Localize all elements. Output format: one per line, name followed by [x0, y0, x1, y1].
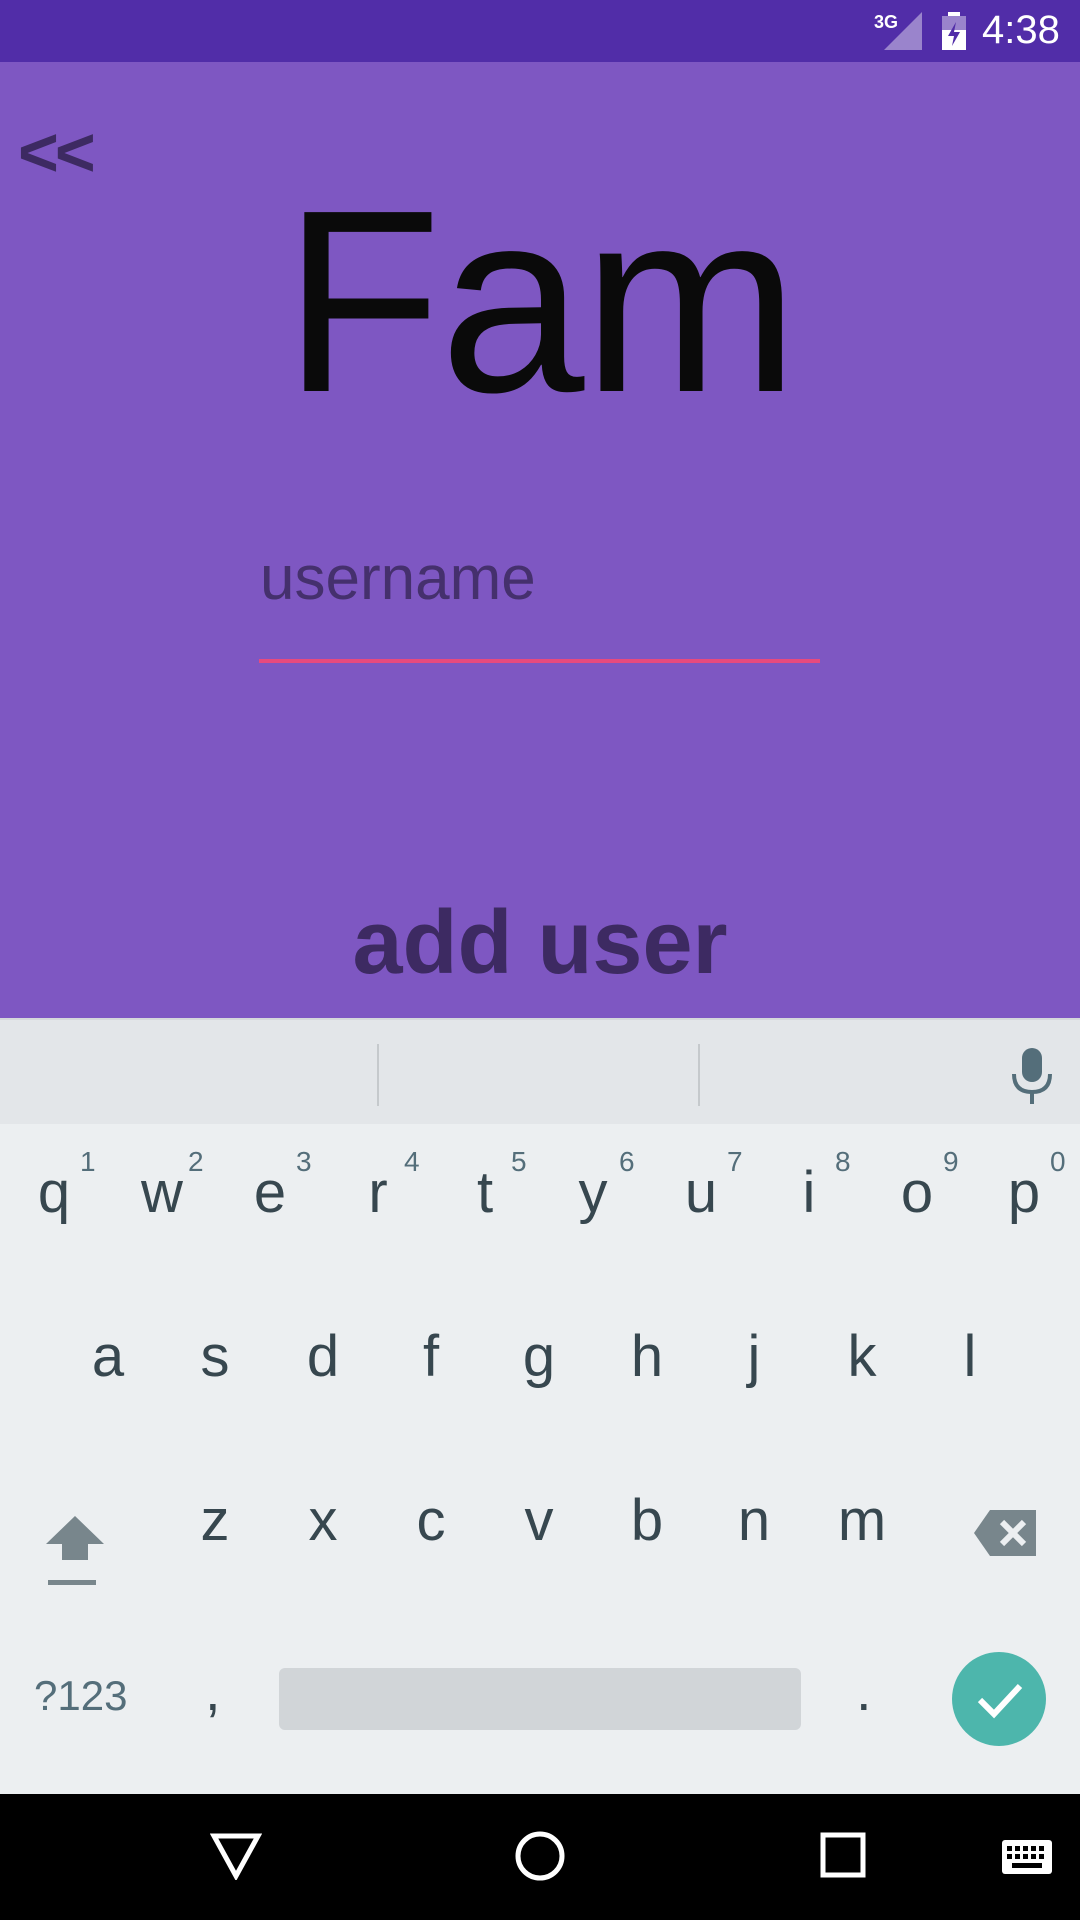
key-letter: t	[476, 1160, 494, 1225]
key-letter: j	[747, 1324, 761, 1389]
key-v[interactable]: v	[509, 1492, 569, 1550]
symbols-key[interactable]: ?123	[34, 1672, 127, 1720]
shift-icon[interactable]	[40, 1508, 110, 1598]
key-hint: 2	[188, 1146, 204, 1177]
key-hint: 8	[835, 1146, 851, 1177]
key-letter: f	[422, 1324, 440, 1389]
key-n[interactable]: n	[724, 1492, 784, 1550]
key-letter: z	[200, 1488, 230, 1553]
key-hint: 5	[511, 1146, 527, 1177]
suggestion-divider	[377, 1044, 379, 1106]
soft-keyboard: ?123 , . q1w2e3r4t5y6u7i8o9p0asdfghjklzx…	[0, 1018, 1080, 1794]
key-letter: s	[200, 1324, 230, 1389]
app-screen: << Fam add user	[0, 62, 1080, 1018]
key-hint: 6	[619, 1146, 635, 1177]
key-letter: e	[253, 1160, 287, 1225]
key-o[interactable]: o	[887, 1164, 947, 1222]
comma-key[interactable]: ,	[205, 1658, 221, 1723]
key-g[interactable]: g	[509, 1328, 569, 1386]
recents-square-icon[interactable]	[820, 1832, 866, 1878]
key-t[interactable]: t	[455, 1164, 515, 1222]
key-letter: g	[522, 1324, 556, 1389]
key-hint: 0	[1050, 1146, 1066, 1177]
key-letter: x	[308, 1488, 338, 1553]
key-hint: 7	[727, 1146, 743, 1177]
key-letter: r	[368, 1160, 388, 1225]
key-u[interactable]: u	[671, 1164, 731, 1222]
signal-icon	[884, 12, 922, 50]
key-letter: u	[684, 1160, 718, 1225]
key-l[interactable]: l	[940, 1328, 1000, 1386]
battery-icon	[942, 12, 966, 50]
key-q[interactable]: q	[24, 1164, 84, 1222]
key-e[interactable]: e	[240, 1164, 300, 1222]
key-letter: q	[37, 1160, 71, 1225]
key-letter: d	[306, 1324, 340, 1389]
app-title: Fam	[283, 157, 799, 447]
home-circle-icon[interactable]	[514, 1830, 566, 1882]
key-b[interactable]: b	[617, 1492, 677, 1550]
key-x[interactable]: x	[293, 1492, 353, 1550]
key-letter: v	[524, 1488, 554, 1553]
key-d[interactable]: d	[293, 1328, 353, 1386]
key-j[interactable]: j	[724, 1328, 784, 1386]
key-hint: 1	[80, 1146, 96, 1177]
key-letter: n	[737, 1488, 771, 1553]
key-c[interactable]: c	[401, 1492, 461, 1550]
key-s[interactable]: s	[185, 1328, 245, 1386]
backspace-icon[interactable]	[972, 1508, 1038, 1560]
key-hint: 4	[404, 1146, 420, 1177]
key-letter: o	[900, 1160, 934, 1225]
space-key[interactable]	[279, 1668, 801, 1730]
key-letter: c	[416, 1488, 446, 1553]
key-m[interactable]: m	[832, 1492, 892, 1550]
suggestion-divider	[698, 1044, 700, 1106]
navigation-bar	[0, 1794, 1080, 1920]
key-p[interactable]: p	[994, 1164, 1054, 1222]
key-letter: l	[963, 1324, 977, 1389]
add-user-button[interactable]: add user	[0, 892, 1080, 995]
key-w[interactable]: w	[132, 1164, 192, 1222]
done-button[interactable]	[952, 1652, 1046, 1746]
back-triangle-icon[interactable]	[210, 1832, 262, 1880]
key-letter: k	[847, 1324, 877, 1389]
key-letter: a	[91, 1324, 125, 1389]
input-underline	[259, 659, 820, 663]
key-hint: 3	[296, 1146, 312, 1177]
key-letter: i	[802, 1160, 816, 1225]
key-a[interactable]: a	[78, 1328, 138, 1386]
key-y[interactable]: y	[563, 1164, 623, 1222]
key-h[interactable]: h	[617, 1328, 677, 1386]
checkmark-icon	[977, 1683, 1023, 1719]
key-z[interactable]: z	[185, 1492, 245, 1550]
key-r[interactable]: r	[348, 1164, 408, 1222]
clock: 4:38	[982, 8, 1060, 52]
key-letter: m	[837, 1488, 887, 1553]
status-bar: 3G 4:38	[0, 0, 1080, 62]
key-letter: y	[578, 1160, 608, 1225]
mic-icon[interactable]	[1010, 1048, 1054, 1104]
suggestion-strip	[0, 1018, 1080, 1124]
key-letter: w	[141, 1160, 183, 1225]
username-input[interactable]	[260, 548, 820, 608]
keyboard-icon[interactable]	[1000, 1838, 1054, 1878]
key-i[interactable]: i	[779, 1164, 839, 1222]
period-key[interactable]: .	[856, 1658, 872, 1723]
key-f[interactable]: f	[401, 1328, 461, 1386]
key-letter: b	[630, 1488, 664, 1553]
key-letter: p	[1007, 1160, 1041, 1225]
key-hint: 9	[943, 1146, 959, 1177]
key-k[interactable]: k	[832, 1328, 892, 1386]
key-letter: h	[630, 1324, 664, 1389]
